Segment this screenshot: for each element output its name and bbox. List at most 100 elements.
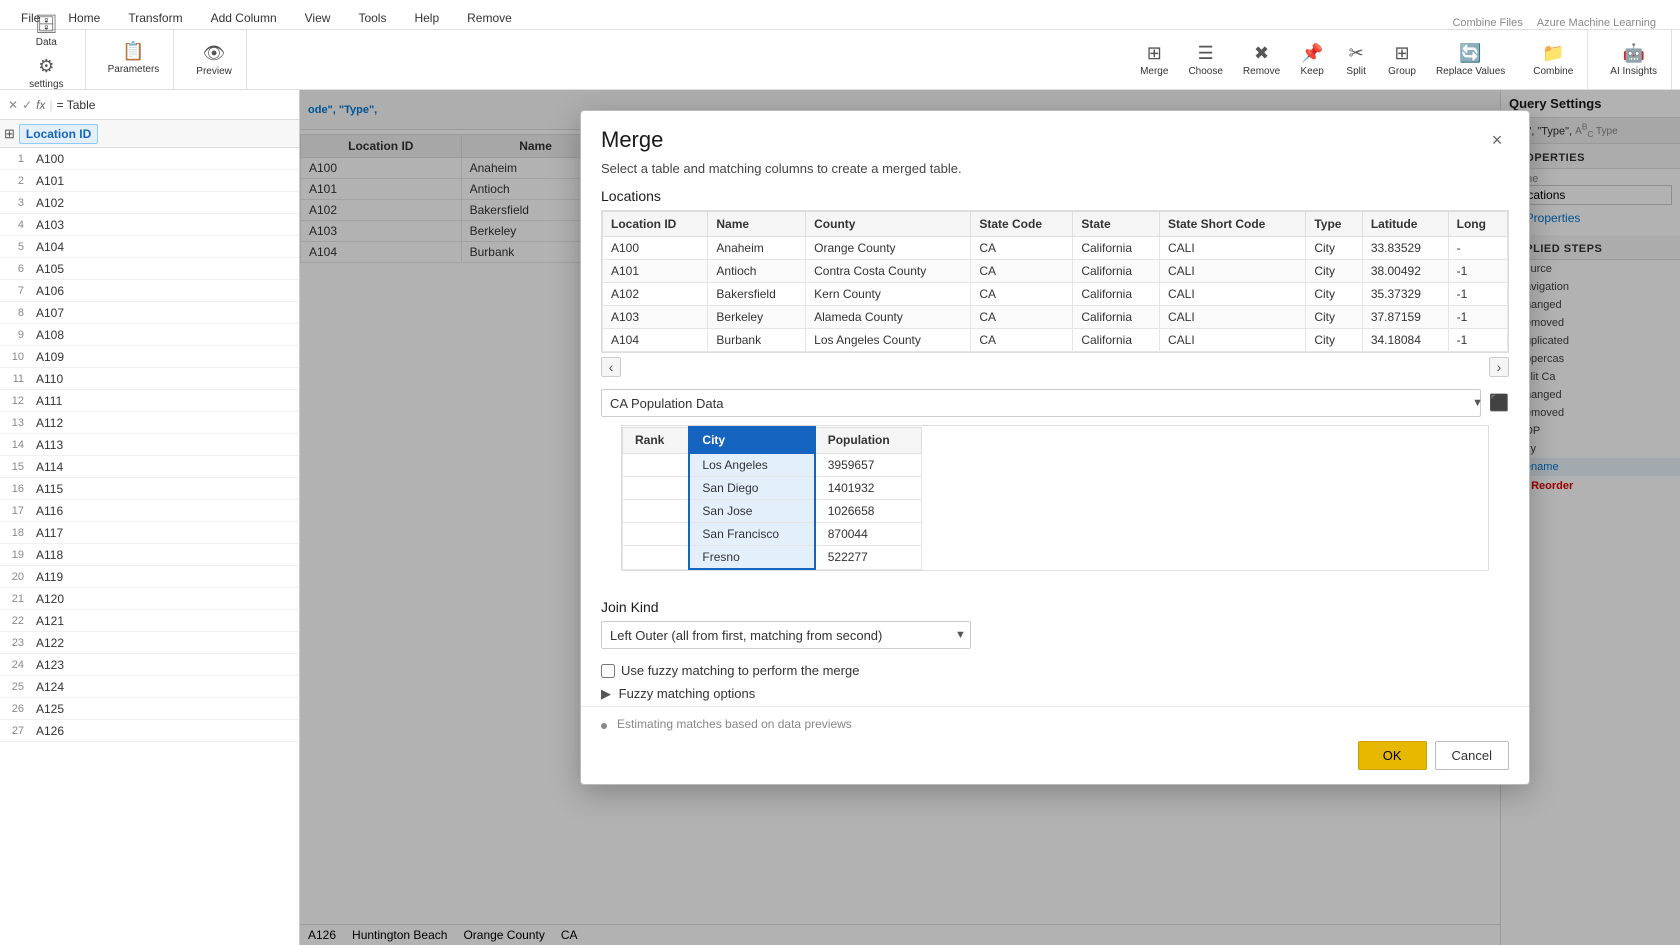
table-row[interactable]: 1A100 xyxy=(0,148,299,170)
t2-col-rank[interactable]: Rank xyxy=(623,427,690,453)
table-row[interactable]: 15A114 xyxy=(0,456,299,478)
table2: Rank City Population Los Angeles3959657 … xyxy=(622,426,922,570)
ok-button[interactable]: OK xyxy=(1358,741,1427,770)
ribbon-btn-split[interactable]: ✂ Split xyxy=(1338,40,1374,80)
tab-help[interactable]: Help xyxy=(401,6,452,29)
main-content: ode", "Type", ABC Type Location ID Name … xyxy=(300,90,1680,945)
table-row[interactable]: 6A105 xyxy=(0,258,299,280)
tab-add-column[interactable]: Add Column xyxy=(198,6,290,29)
table-row[interactable]: 2A101 xyxy=(0,170,299,192)
dialog-section-2: CA Population Data ▼ ⬛ Rank City Populat… xyxy=(581,389,1529,591)
t1-col-county[interactable]: County xyxy=(806,212,971,237)
ribbon-btn-keep[interactable]: 📌 Keep xyxy=(1294,40,1330,80)
ai-label: Azure Machine Learning xyxy=(1537,17,1672,29)
table-row[interactable]: 16A115 xyxy=(0,478,299,500)
ribbon-btn-replace[interactable]: 🔄 Replace Values xyxy=(1430,40,1511,80)
table-row[interactable]: 12A111 xyxy=(0,390,299,412)
table-row[interactable]: A103BerkeleyAlameda CountyCACaliforniaCA… xyxy=(603,306,1508,329)
table-row[interactable]: Fresno522277 xyxy=(623,546,922,570)
ribbon-btn-combine[interactable]: 📁 Combine xyxy=(1527,40,1579,80)
ribbon-btn-preview[interactable]: 👁 Preview xyxy=(190,40,238,80)
ribbon-btn-remove[interactable]: ✖ Remove xyxy=(1237,40,1286,80)
dialog-footer: Estimating matches based on data preview… xyxy=(581,706,1529,784)
ribbon-actions: 🗄 Data ⚙ settings Data Sources 📋 Paramet… xyxy=(0,30,1680,90)
ribbon-btn-settings[interactable]: ⚙ settings xyxy=(23,53,69,93)
fuzzy-expand-row[interactable]: ▶ Fuzzy matching options xyxy=(581,682,1529,706)
t1-col-long[interactable]: Long xyxy=(1448,212,1507,237)
table-row[interactable]: A100AnaheimOrange CountyCACaliforniaCALI… xyxy=(603,237,1508,260)
table-row[interactable]: 23A122 xyxy=(0,632,299,654)
table-row[interactable]: A101AntiochContra Costa CountyCACaliforn… xyxy=(603,260,1508,283)
t1-col-type[interactable]: Type xyxy=(1306,212,1362,237)
tab-view[interactable]: View xyxy=(292,6,344,29)
table-row[interactable]: 8A107 xyxy=(0,302,299,324)
tab-remove[interactable]: Remove xyxy=(454,6,525,29)
section2-table-dropdown[interactable]: CA Population Data xyxy=(601,389,1481,417)
table-row[interactable]: 25A124 xyxy=(0,676,299,698)
table2-external-link-icon[interactable]: ⬛ xyxy=(1489,393,1509,413)
t1-col-stateshortcode[interactable]: State Short Code xyxy=(1159,212,1305,237)
formula-bar: ✕ ✓ fx | = Table xyxy=(0,90,299,120)
table-row[interactable]: 21A120 xyxy=(0,588,299,610)
table-row[interactable]: 3A102 xyxy=(0,192,299,214)
tab-home[interactable]: Home xyxy=(55,6,113,29)
location-id-header[interactable]: Location ID xyxy=(19,124,98,144)
t1-col-latitude[interactable]: Latitude xyxy=(1362,212,1448,237)
ribbon-btn-data[interactable]: 🗄 Data xyxy=(28,11,64,51)
table-row[interactable]: 18A117 xyxy=(0,522,299,544)
ribbon-btn-choose[interactable]: ☰ Choose xyxy=(1182,40,1228,80)
table-row[interactable]: 4A103 xyxy=(0,214,299,236)
fuzzy-expand-label: Fuzzy matching options xyxy=(619,686,756,701)
ribbon-btn-group[interactable]: ⊞ Group xyxy=(1382,40,1422,80)
t2-col-city[interactable]: City xyxy=(689,427,814,453)
t2-col-population[interactable]: Population xyxy=(815,427,922,453)
remove-icon: ✖ xyxy=(1254,43,1269,64)
table-row[interactable]: 7A106 xyxy=(0,280,299,302)
cancel-edit-icon[interactable]: ✕ xyxy=(8,98,18,112)
t1-col-name[interactable]: Name xyxy=(708,212,806,237)
table-row[interactable]: A102BakersfieldKern CountyCACaliforniaCA… xyxy=(603,283,1508,306)
table-row[interactable]: 26A125 xyxy=(0,698,299,720)
dialog-close-button[interactable]: × xyxy=(1485,128,1509,152)
tab-transform[interactable]: Transform xyxy=(115,6,195,29)
table-row[interactable]: 14A113 xyxy=(0,434,299,456)
fuzzy-matching-checkbox[interactable] xyxy=(601,664,615,678)
table-row[interactable]: 19A118 xyxy=(0,544,299,566)
table-row[interactable]: 27A126 xyxy=(0,720,299,742)
ribbon-btn-ai[interactable]: 🤖 AI Insights xyxy=(1604,40,1663,80)
table1-scroll[interactable]: Location ID Name County State Code State… xyxy=(601,210,1509,353)
table-row[interactable]: A104BurbankLos Angeles CountyCACaliforni… xyxy=(603,329,1508,352)
table-row[interactable]: 17A116 xyxy=(0,500,299,522)
confirm-edit-icon[interactable]: ✓ xyxy=(22,98,32,112)
table-row[interactable]: 13A112 xyxy=(0,412,299,434)
dialog-header: Merge × xyxy=(581,111,1529,161)
table-row[interactable]: Los Angeles3959657 xyxy=(623,453,922,477)
cancel-button[interactable]: Cancel xyxy=(1435,741,1509,770)
table-row[interactable]: 5A104 xyxy=(0,236,299,258)
dialog-title: Merge xyxy=(601,127,663,153)
table1-scroll-arrows: ‹ › xyxy=(601,357,1509,377)
table-row[interactable]: 22A121 xyxy=(0,610,299,632)
table-row[interactable]: 9A108 xyxy=(0,324,299,346)
table-row[interactable]: 11A110 xyxy=(0,368,299,390)
table2-container: Rank City Population Los Angeles3959657 … xyxy=(621,425,1489,571)
t1-col-statecode[interactable]: State Code xyxy=(971,212,1073,237)
join-dropdown-row: Left Outer (all from first, matching fro… xyxy=(601,621,1509,649)
t1-col-state[interactable]: State xyxy=(1073,212,1160,237)
table-row[interactable]: San Diego1401932 xyxy=(623,477,922,500)
ribbon-btn-params[interactable]: 📋 Parameters xyxy=(102,38,166,78)
join-kind-dropdown[interactable]: Left Outer (all from first, matching fro… xyxy=(601,621,971,649)
table-row[interactable]: 20A119 xyxy=(0,566,299,588)
table-row[interactable]: San Jose1026658 xyxy=(623,500,922,523)
tab-tools[interactable]: Tools xyxy=(345,6,399,29)
dialog-subtitle: Select a table and matching columns to c… xyxy=(581,161,1529,188)
scroll-left-arrow[interactable]: ‹ xyxy=(601,357,621,377)
table-row[interactable]: San Francisco870044 xyxy=(623,523,922,546)
table-row[interactable]: 24A123 xyxy=(0,654,299,676)
merge-icon: ⊞ xyxy=(1147,43,1162,64)
t1-col-locationid[interactable]: Location ID xyxy=(603,212,708,237)
ribbon-btn-merge[interactable]: ⊞ Merge xyxy=(1134,40,1174,80)
table-row[interactable]: 10A109 xyxy=(0,346,299,368)
scroll-right-arrow[interactable]: › xyxy=(1489,357,1509,377)
split-icon: ✂ xyxy=(1349,43,1364,64)
